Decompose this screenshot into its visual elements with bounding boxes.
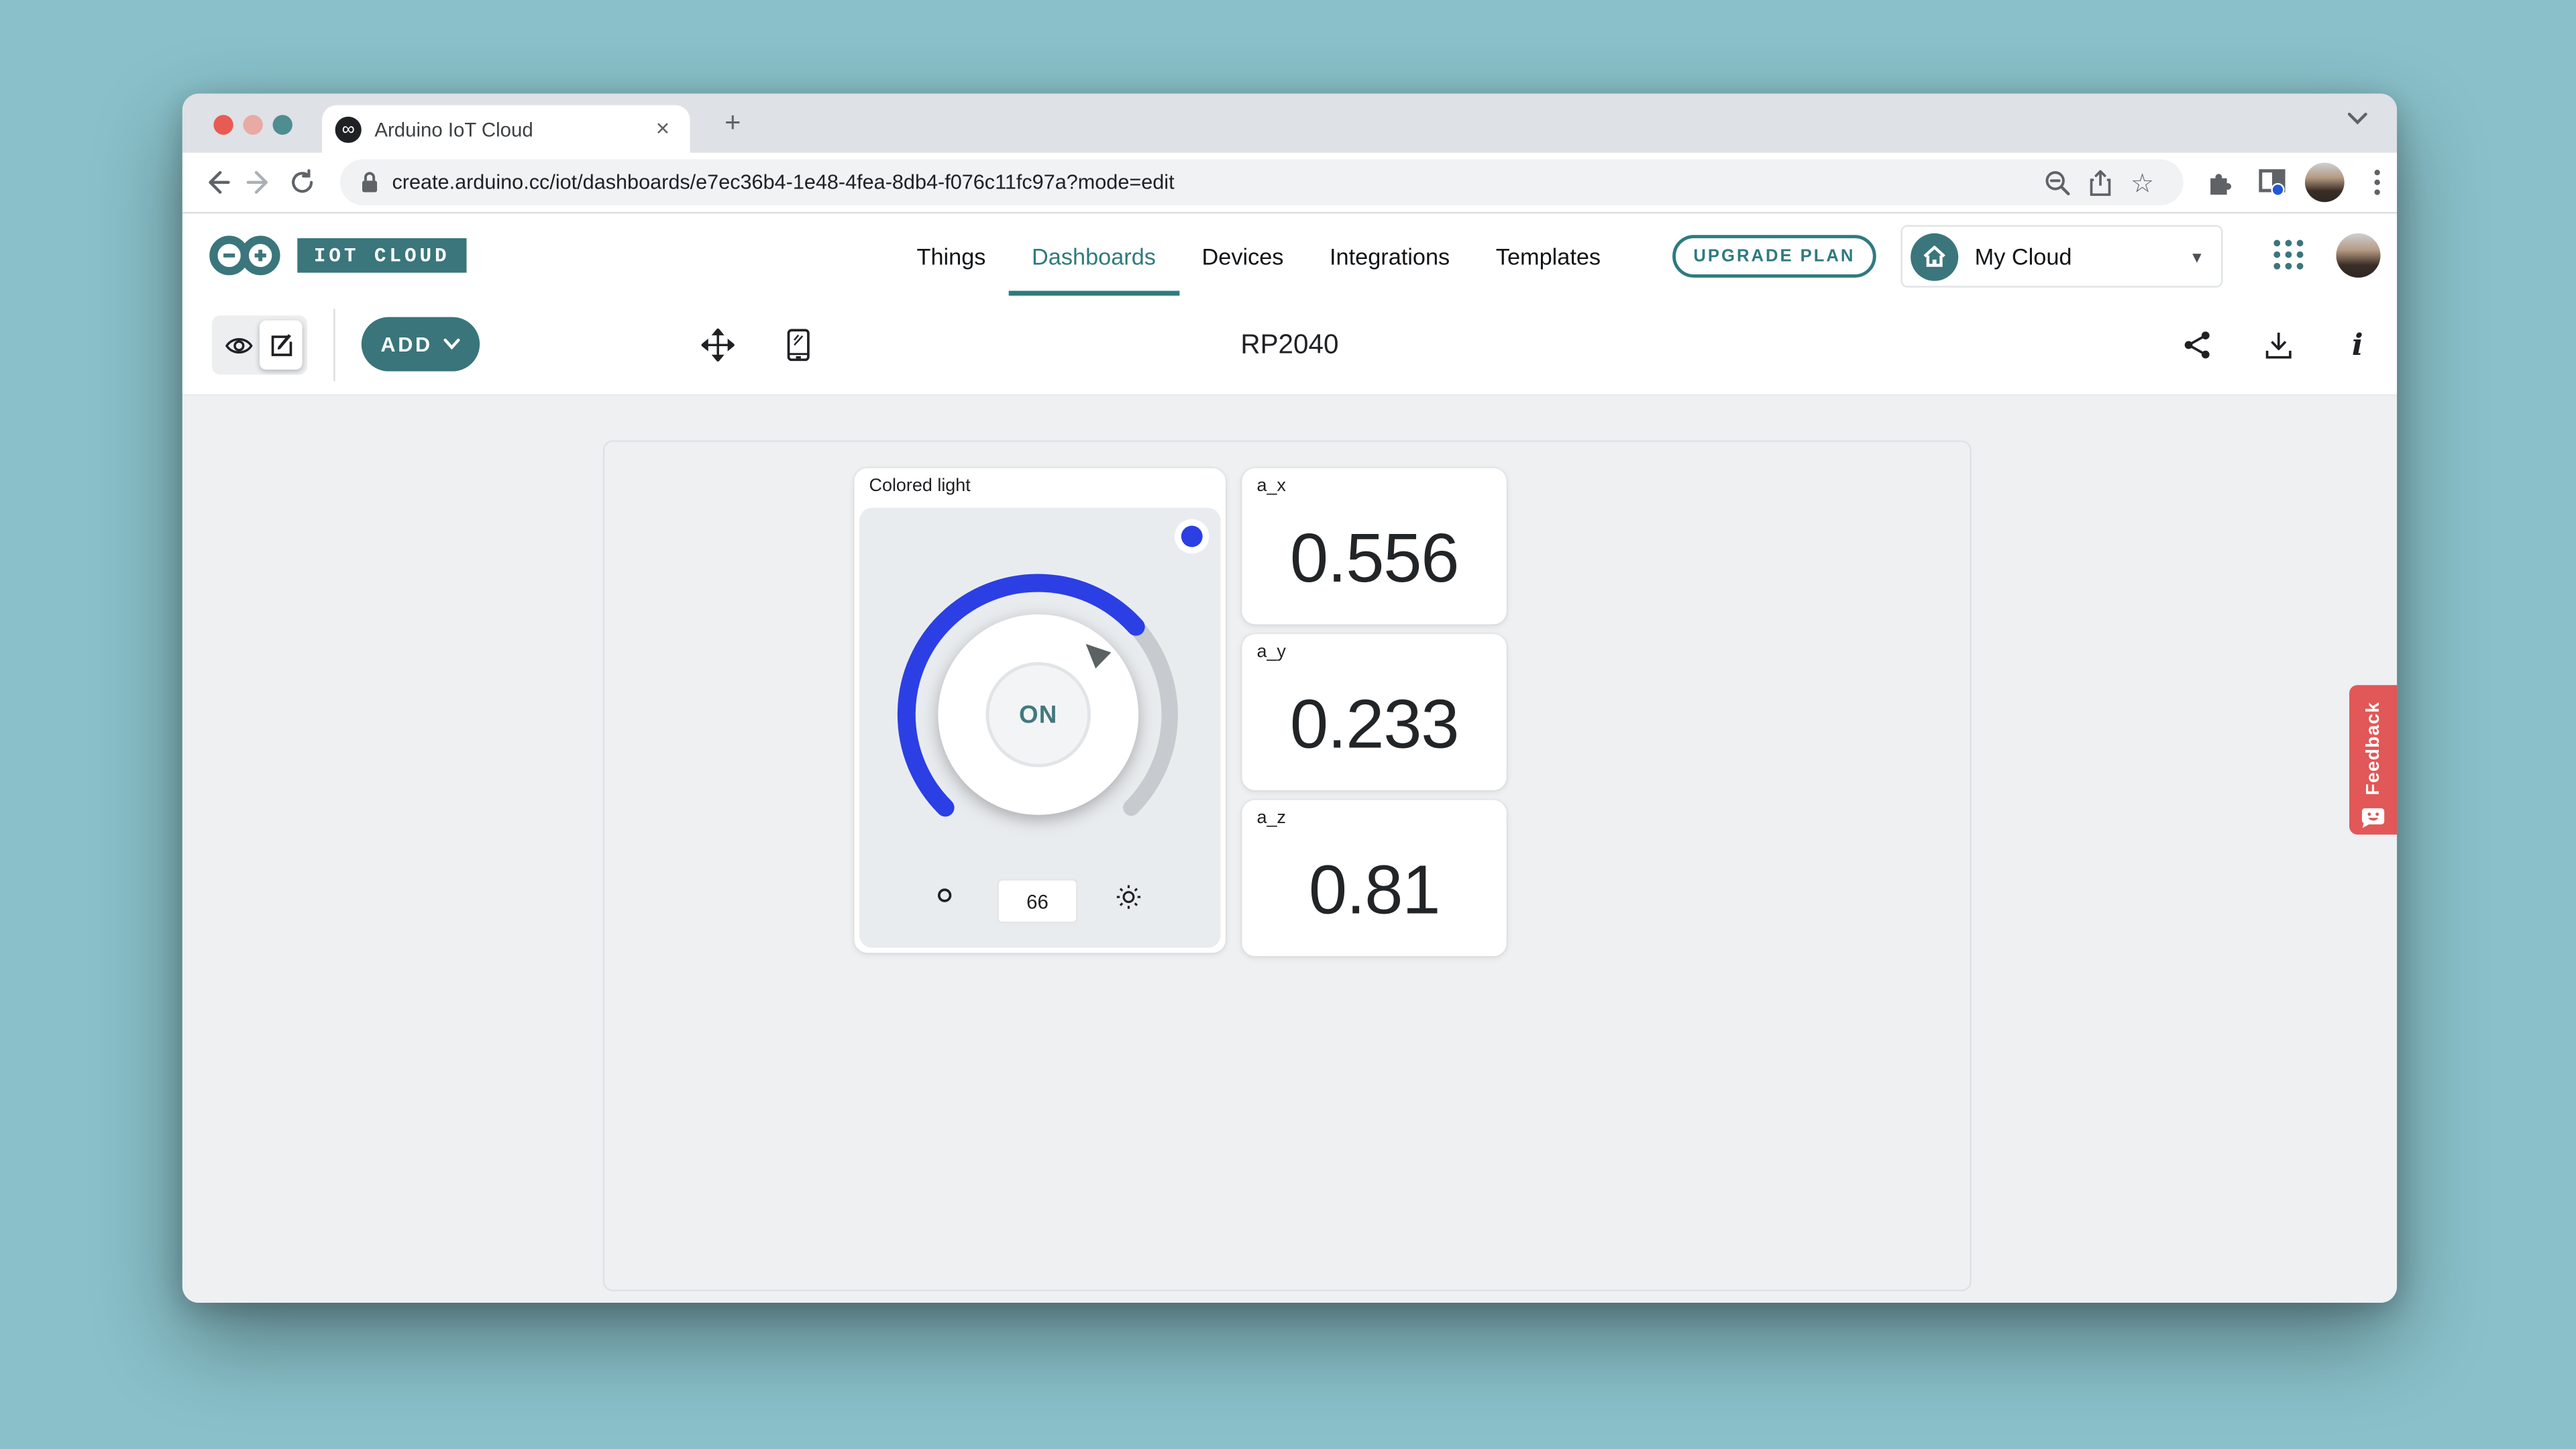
nav-item-dashboards[interactable]: Dashboards (1009, 215, 1179, 296)
workspace-caret-icon: ▾ (2192, 246, 2202, 267)
value-widget-ax[interactable]: a_x 0.556 (1242, 468, 1506, 625)
apps-grid-icon[interactable] (2272, 238, 2305, 271)
toolbar-divider (333, 309, 335, 381)
sidepanel-extension-icon[interactable] (2253, 162, 2292, 202)
dimmer-dial[interactable] (874, 550, 1203, 879)
share-page-icon[interactable] (2078, 161, 2121, 204)
app-header: IOT CLOUD Things Dashboards Devices Inte… (182, 215, 2397, 296)
url-text: create.arduino.cc/iot/dashboards/e7ec36b… (392, 171, 2036, 194)
value-widget-ay[interactable]: a_y 0.233 (1242, 634, 1506, 790)
view-mode-button[interactable] (217, 321, 260, 370)
address-bar[interactable]: create.arduino.cc/iot/dashboards/e7ec36b… (339, 160, 2184, 206)
dashboard-canvas: Colored light ON (603, 440, 1972, 1291)
nav-item-devices[interactable]: Devices (1179, 215, 1307, 296)
download-report-icon[interactable] (2249, 315, 2308, 374)
brightness-value-input[interactable]: 66 (998, 879, 1078, 923)
eye-icon (224, 334, 252, 356)
colored-light-panel: ON 66 (859, 508, 1221, 948)
browser-actions (2200, 162, 2397, 202)
view-mode-toggle (212, 315, 307, 374)
add-widget-button[interactable]: ADD (362, 317, 480, 372)
share-dashboard-icon[interactable] (2167, 315, 2226, 374)
nav-item-templates[interactable]: Templates (1473, 215, 1624, 296)
edit-mode-button[interactable] (260, 321, 303, 370)
home-icon (1911, 233, 1958, 280)
brightness-row: 66 (859, 879, 1221, 925)
add-label: ADD (380, 333, 432, 356)
dashboard-toolbar: RP2040 ADD (182, 296, 2397, 394)
account-avatar[interactable] (2336, 233, 2380, 278)
new-tab-button[interactable]: + (711, 102, 754, 145)
light-color-indicator[interactable] (1175, 519, 1209, 553)
back-button[interactable] (195, 160, 237, 206)
forward-button[interactable] (238, 160, 280, 206)
dashboard-title: RP2040 (182, 296, 2397, 394)
browser-tab[interactable]: ∞ Arduino IoT Cloud ✕ (322, 105, 690, 153)
dashboard-content: Colored light ON (182, 394, 2397, 1303)
browser-window: ∞ Arduino IoT Cloud ✕ + create.arduino. (182, 94, 2397, 1303)
arduino-logo-icon (209, 235, 281, 276)
feedback-smiley-icon (2361, 807, 2385, 830)
upgrade-plan-button[interactable]: UPGRADE PLAN (1672, 235, 1876, 278)
lock-icon (360, 171, 379, 194)
main-nav: Things Dashboards Devices Integrations T… (894, 215, 1623, 296)
workspace-selector[interactable]: My Cloud ▾ (1900, 225, 2222, 288)
tab-strip: ∞ Arduino IoT Cloud ✕ + (182, 94, 2397, 153)
brightness-min-icon[interactable] (936, 887, 953, 903)
browser-profile-avatar[interactable] (2305, 162, 2345, 202)
brightness-max-icon[interactable] (1116, 884, 1142, 910)
bookmark-star-icon[interactable]: ☆ (2121, 161, 2164, 204)
window-close-button[interactable] (213, 115, 233, 134)
desktop: ∞ Arduino IoT Cloud ✕ + create.arduino. (0, 0, 2576, 1449)
value-widget-az[interactable]: a_z 0.81 (1242, 800, 1506, 957)
reload-button[interactable] (280, 160, 323, 206)
value-reading: 0.81 (1242, 823, 1506, 956)
workspace-name: My Cloud (1975, 243, 2192, 269)
window-zoom-button[interactable] (273, 115, 292, 134)
nav-item-things[interactable]: Things (894, 215, 1009, 296)
extensions-puzzle-icon[interactable] (2200, 162, 2239, 202)
tab-close-icon[interactable]: ✕ (649, 115, 677, 143)
tab-search-chevron-icon[interactable] (2348, 112, 2367, 125)
widget-title: Colored light (869, 476, 971, 496)
browser-toolbar: create.arduino.cc/iot/dashboards/e7ec36b… (182, 153, 2397, 214)
arduino-brand[interactable]: IOT CLOUD (209, 215, 466, 296)
value-reading: 0.233 (1242, 657, 1506, 790)
edit-pencil-icon (268, 332, 294, 358)
info-icon[interactable]: i (2328, 315, 2387, 374)
iot-cloud-badge: IOT CLOUD (297, 238, 466, 272)
browser-menu-icon[interactable] (2357, 162, 2397, 202)
value-reading: 0.556 (1242, 491, 1506, 624)
feedback-tab[interactable]: Feedback (2349, 685, 2397, 835)
nav-item-integrations[interactable]: Integrations (1307, 215, 1473, 296)
add-chevron-icon (444, 338, 460, 350)
mobile-preview-icon[interactable] (769, 315, 828, 374)
arduino-favicon-icon: ∞ (335, 116, 362, 142)
arrange-widgets-icon[interactable] (688, 315, 747, 374)
colored-light-widget[interactable]: Colored light ON (854, 468, 1225, 953)
feedback-label: Feedback (2363, 702, 2383, 796)
window-minimize-button[interactable] (243, 115, 262, 134)
tab-title: Arduino IoT Cloud (374, 117, 648, 140)
zoom-out-icon[interactable] (2035, 161, 2078, 204)
